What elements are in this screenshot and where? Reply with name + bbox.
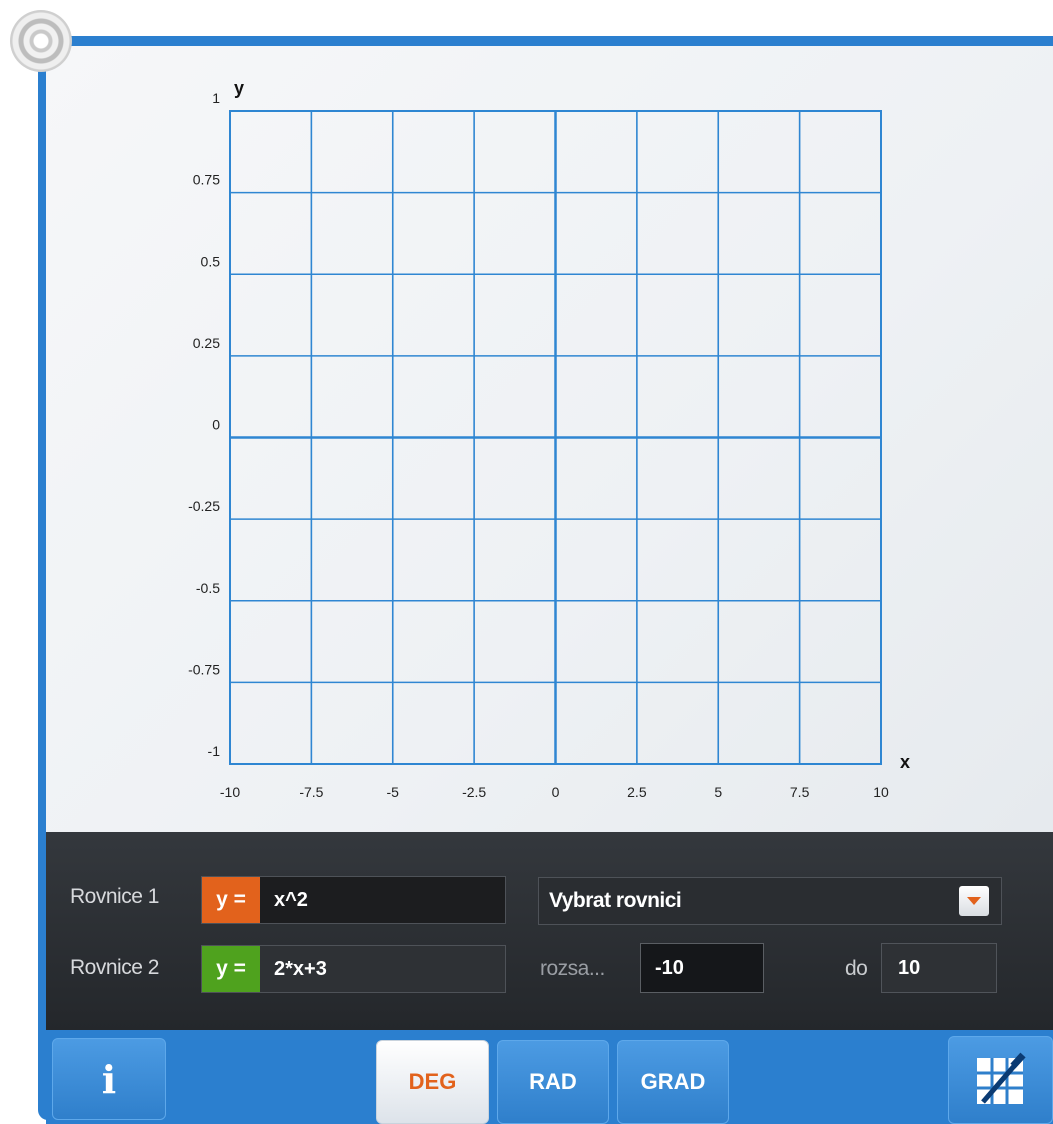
mode-grad-button[interactable]: GRAD	[617, 1040, 729, 1124]
info-icon: i	[101, 1056, 117, 1102]
corner-knob-icon	[10, 10, 72, 72]
range-to-label: do	[845, 957, 868, 980]
equation-select[interactable]: Vybrat rovnici	[538, 877, 1002, 925]
x-tick-label: 5	[714, 784, 722, 800]
graph-edit-button[interactable]	[948, 1036, 1053, 1124]
equation-2-y-tag: y =	[202, 946, 260, 992]
equation-2-field[interactable]: y = 2*x+3	[201, 945, 506, 993]
x-tick-label: 2.5	[627, 784, 647, 800]
y-tick-label: 0.75	[193, 172, 220, 188]
y-tick-label: -0.75	[188, 661, 220, 677]
y-tick-label: -1	[208, 743, 221, 759]
mode-deg-button[interactable]: DEG	[376, 1040, 489, 1124]
equation-1-label: Rovnice 1	[70, 885, 159, 908]
equation-select-label: Vybrat rovnici	[549, 889, 682, 912]
y-tick-label: -0.5	[196, 580, 220, 596]
x-tick-label: -5	[387, 784, 400, 800]
equation-1-field[interactable]: y = x^2	[201, 876, 506, 924]
x-axis-label: x	[900, 752, 910, 772]
chevron-down-icon[interactable]	[959, 886, 989, 916]
equation-panel	[46, 832, 1053, 1030]
y-tick-label: -0.25	[188, 498, 220, 514]
graph-plot: -10 -7.5 -5 -2.5 0 2.5 5 7.5 10 1 0.75 0.5 0.25 0 -0.2…	[188, 78, 910, 800]
range-from-input[interactable]: -10	[640, 943, 764, 993]
equation-2-value: 2*x+3	[274, 957, 327, 980]
x-tick-label: -2.5	[462, 784, 486, 800]
equation-2-label: Rovnice 2	[70, 956, 159, 979]
x-tick-label: -7.5	[299, 784, 323, 800]
x-tick-label: 10	[873, 784, 889, 800]
equation-1-y-tag: y =	[202, 877, 260, 923]
y-tick-label: 0.25	[193, 335, 220, 351]
y-tick-label: 1	[212, 90, 220, 106]
y-tick-label: 0.5	[201, 253, 221, 269]
mode-rad-button[interactable]: RAD	[497, 1040, 609, 1124]
range-from-value: -10	[655, 956, 684, 979]
x-tick-label: -10	[220, 784, 240, 800]
range-to-value: 10	[898, 956, 921, 979]
graph-area: -10 -7.5 -5 -2.5 0 2.5 5 7.5 10 1 0.75 0.5 0.25 0 -0.2…	[46, 46, 1053, 832]
info-button[interactable]: i	[52, 1038, 166, 1120]
x-tick-label: 7.5	[790, 784, 810, 800]
y-tick-label: 0	[212, 417, 220, 433]
range-to-input[interactable]: 10	[881, 943, 997, 993]
y-axis-label: y	[234, 78, 244, 98]
x-tick-label: 0	[552, 784, 560, 800]
equation-1-value: x^2	[274, 888, 308, 911]
range-label: rozsa...	[540, 957, 605, 980]
graph-edit-icon	[976, 1052, 1026, 1104]
